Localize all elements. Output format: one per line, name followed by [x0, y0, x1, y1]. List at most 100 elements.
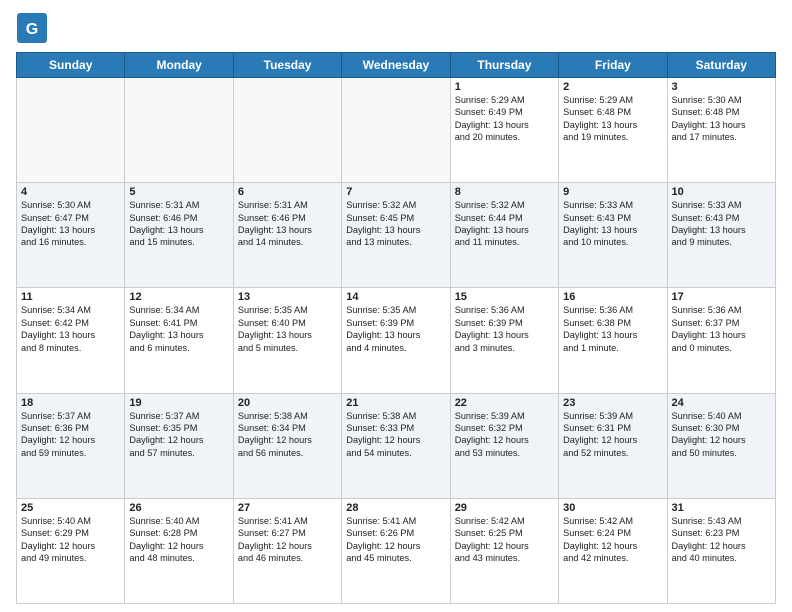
day-number: 15 — [455, 291, 554, 303]
calendar-cell: 21Sunrise: 5:38 AM Sunset: 6:33 PM Dayli… — [342, 393, 450, 498]
weekday-header-sunday: Sunday — [17, 53, 125, 78]
calendar-cell: 20Sunrise: 5:38 AM Sunset: 6:34 PM Dayli… — [233, 393, 341, 498]
day-info: Sunrise: 5:31 AM Sunset: 6:46 PM Dayligh… — [129, 199, 228, 249]
day-info: Sunrise: 5:29 AM Sunset: 6:48 PM Dayligh… — [563, 94, 662, 144]
header: G — [16, 12, 776, 44]
day-info: Sunrise: 5:33 AM Sunset: 6:43 PM Dayligh… — [563, 199, 662, 249]
day-info: Sunrise: 5:36 AM Sunset: 6:37 PM Dayligh… — [672, 304, 771, 354]
day-number: 23 — [563, 397, 662, 409]
calendar-cell: 28Sunrise: 5:41 AM Sunset: 6:26 PM Dayli… — [342, 498, 450, 603]
day-number: 30 — [563, 502, 662, 514]
calendar-week-1: 1Sunrise: 5:29 AM Sunset: 6:49 PM Daylig… — [17, 78, 776, 183]
day-info: Sunrise: 5:42 AM Sunset: 6:25 PM Dayligh… — [455, 515, 554, 565]
calendar-cell: 31Sunrise: 5:43 AM Sunset: 6:23 PM Dayli… — [667, 498, 775, 603]
day-info: Sunrise: 5:32 AM Sunset: 6:45 PM Dayligh… — [346, 199, 445, 249]
calendar-cell: 26Sunrise: 5:40 AM Sunset: 6:28 PM Dayli… — [125, 498, 233, 603]
calendar-cell: 2Sunrise: 5:29 AM Sunset: 6:48 PM Daylig… — [559, 78, 667, 183]
day-number: 5 — [129, 186, 228, 198]
calendar-cell: 22Sunrise: 5:39 AM Sunset: 6:32 PM Dayli… — [450, 393, 558, 498]
calendar-cell: 5Sunrise: 5:31 AM Sunset: 6:46 PM Daylig… — [125, 183, 233, 288]
day-info: Sunrise: 5:43 AM Sunset: 6:23 PM Dayligh… — [672, 515, 771, 565]
weekday-header-friday: Friday — [559, 53, 667, 78]
day-number: 18 — [21, 397, 120, 409]
day-info: Sunrise: 5:34 AM Sunset: 6:41 PM Dayligh… — [129, 304, 228, 354]
calendar-cell: 25Sunrise: 5:40 AM Sunset: 6:29 PM Dayli… — [17, 498, 125, 603]
calendar-cell: 18Sunrise: 5:37 AM Sunset: 6:36 PM Dayli… — [17, 393, 125, 498]
day-info: Sunrise: 5:34 AM Sunset: 6:42 PM Dayligh… — [21, 304, 120, 354]
calendar-cell: 13Sunrise: 5:35 AM Sunset: 6:40 PM Dayli… — [233, 288, 341, 393]
calendar-cell: 17Sunrise: 5:36 AM Sunset: 6:37 PM Dayli… — [667, 288, 775, 393]
calendar-cell: 15Sunrise: 5:36 AM Sunset: 6:39 PM Dayli… — [450, 288, 558, 393]
day-info: Sunrise: 5:36 AM Sunset: 6:38 PM Dayligh… — [563, 304, 662, 354]
calendar-cell: 10Sunrise: 5:33 AM Sunset: 6:43 PM Dayli… — [667, 183, 775, 288]
calendar-table: SundayMondayTuesdayWednesdayThursdayFrid… — [16, 52, 776, 604]
calendar-body: 1Sunrise: 5:29 AM Sunset: 6:49 PM Daylig… — [17, 78, 776, 604]
day-number: 11 — [21, 291, 120, 303]
day-number: 10 — [672, 186, 771, 198]
calendar-cell — [125, 78, 233, 183]
calendar-cell: 11Sunrise: 5:34 AM Sunset: 6:42 PM Dayli… — [17, 288, 125, 393]
day-number: 14 — [346, 291, 445, 303]
day-number: 6 — [238, 186, 337, 198]
day-number: 9 — [563, 186, 662, 198]
calendar-cell: 27Sunrise: 5:41 AM Sunset: 6:27 PM Dayli… — [233, 498, 341, 603]
day-info: Sunrise: 5:30 AM Sunset: 6:48 PM Dayligh… — [672, 94, 771, 144]
calendar-week-4: 18Sunrise: 5:37 AM Sunset: 6:36 PM Dayli… — [17, 393, 776, 498]
day-info: Sunrise: 5:35 AM Sunset: 6:39 PM Dayligh… — [346, 304, 445, 354]
day-info: Sunrise: 5:29 AM Sunset: 6:49 PM Dayligh… — [455, 94, 554, 144]
calendar-cell: 24Sunrise: 5:40 AM Sunset: 6:30 PM Dayli… — [667, 393, 775, 498]
calendar-cell: 14Sunrise: 5:35 AM Sunset: 6:39 PM Dayli… — [342, 288, 450, 393]
day-info: Sunrise: 5:31 AM Sunset: 6:46 PM Dayligh… — [238, 199, 337, 249]
day-info: Sunrise: 5:37 AM Sunset: 6:35 PM Dayligh… — [129, 410, 228, 460]
calendar-cell: 1Sunrise: 5:29 AM Sunset: 6:49 PM Daylig… — [450, 78, 558, 183]
weekday-header-thursday: Thursday — [450, 53, 558, 78]
day-info: Sunrise: 5:33 AM Sunset: 6:43 PM Dayligh… — [672, 199, 771, 249]
day-number: 16 — [563, 291, 662, 303]
day-number: 13 — [238, 291, 337, 303]
calendar-week-5: 25Sunrise: 5:40 AM Sunset: 6:29 PM Dayli… — [17, 498, 776, 603]
day-info: Sunrise: 5:38 AM Sunset: 6:33 PM Dayligh… — [346, 410, 445, 460]
day-info: Sunrise: 5:41 AM Sunset: 6:27 PM Dayligh… — [238, 515, 337, 565]
day-number: 31 — [672, 502, 771, 514]
day-number: 25 — [21, 502, 120, 514]
calendar-cell: 8Sunrise: 5:32 AM Sunset: 6:44 PM Daylig… — [450, 183, 558, 288]
day-number: 19 — [129, 397, 228, 409]
day-info: Sunrise: 5:42 AM Sunset: 6:24 PM Dayligh… — [563, 515, 662, 565]
day-number: 28 — [346, 502, 445, 514]
day-number: 27 — [238, 502, 337, 514]
calendar-cell: 12Sunrise: 5:34 AM Sunset: 6:41 PM Dayli… — [125, 288, 233, 393]
logo-icon: G — [16, 12, 48, 44]
day-number: 1 — [455, 81, 554, 93]
day-number: 2 — [563, 81, 662, 93]
day-number: 12 — [129, 291, 228, 303]
calendar-cell: 9Sunrise: 5:33 AM Sunset: 6:43 PM Daylig… — [559, 183, 667, 288]
day-info: Sunrise: 5:36 AM Sunset: 6:39 PM Dayligh… — [455, 304, 554, 354]
weekday-header-tuesday: Tuesday — [233, 53, 341, 78]
day-number: 26 — [129, 502, 228, 514]
calendar-cell — [17, 78, 125, 183]
day-number: 3 — [672, 81, 771, 93]
day-number: 4 — [21, 186, 120, 198]
calendar-cell: 6Sunrise: 5:31 AM Sunset: 6:46 PM Daylig… — [233, 183, 341, 288]
weekday-header-monday: Monday — [125, 53, 233, 78]
calendar-cell: 29Sunrise: 5:42 AM Sunset: 6:25 PM Dayli… — [450, 498, 558, 603]
weekday-header-saturday: Saturday — [667, 53, 775, 78]
day-number: 22 — [455, 397, 554, 409]
calendar-cell — [342, 78, 450, 183]
day-number: 20 — [238, 397, 337, 409]
calendar-cell: 7Sunrise: 5:32 AM Sunset: 6:45 PM Daylig… — [342, 183, 450, 288]
svg-text:G: G — [26, 21, 38, 38]
day-info: Sunrise: 5:38 AM Sunset: 6:34 PM Dayligh… — [238, 410, 337, 460]
day-number: 21 — [346, 397, 445, 409]
logo: G — [16, 12, 52, 44]
day-number: 8 — [455, 186, 554, 198]
calendar-week-3: 11Sunrise: 5:34 AM Sunset: 6:42 PM Dayli… — [17, 288, 776, 393]
calendar-cell: 4Sunrise: 5:30 AM Sunset: 6:47 PM Daylig… — [17, 183, 125, 288]
day-number: 17 — [672, 291, 771, 303]
calendar-week-2: 4Sunrise: 5:30 AM Sunset: 6:47 PM Daylig… — [17, 183, 776, 288]
day-info: Sunrise: 5:40 AM Sunset: 6:28 PM Dayligh… — [129, 515, 228, 565]
day-info: Sunrise: 5:40 AM Sunset: 6:29 PM Dayligh… — [21, 515, 120, 565]
day-info: Sunrise: 5:35 AM Sunset: 6:40 PM Dayligh… — [238, 304, 337, 354]
calendar-cell: 16Sunrise: 5:36 AM Sunset: 6:38 PM Dayli… — [559, 288, 667, 393]
calendar-cell: 30Sunrise: 5:42 AM Sunset: 6:24 PM Dayli… — [559, 498, 667, 603]
